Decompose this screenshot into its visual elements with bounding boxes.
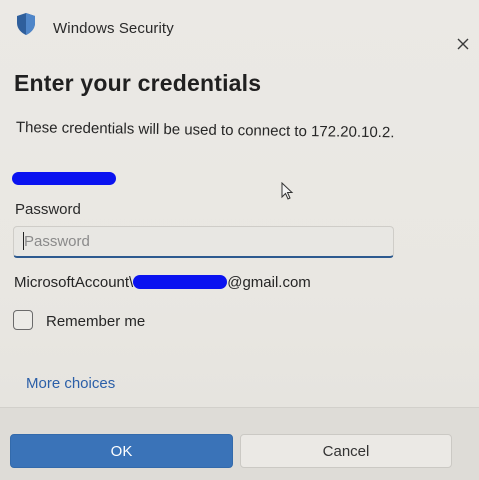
dialog-heading: Enter your credentials bbox=[14, 70, 262, 96]
ok-button[interactable]: OK bbox=[10, 434, 233, 468]
password-label: Password bbox=[15, 201, 81, 218]
account-redaction bbox=[133, 275, 228, 289]
close-icon[interactable] bbox=[452, 33, 474, 55]
remember-me-checkbox[interactable] bbox=[13, 310, 33, 330]
cancel-button[interactable]: Cancel bbox=[240, 434, 452, 468]
account-suffix: @gmail.com bbox=[227, 274, 311, 291]
account-prefix: MicrosoftAccount\ bbox=[14, 274, 134, 291]
password-field[interactable] bbox=[13, 226, 394, 258]
dialog-description: These credentials will be used to connec… bbox=[15, 119, 395, 142]
window-title: Windows Security bbox=[53, 20, 174, 37]
credentials-dialog: Windows Security Enter your credentials … bbox=[0, 0, 479, 480]
more-choices-link[interactable]: More choices bbox=[26, 375, 115, 392]
mouse-pointer-icon bbox=[281, 181, 295, 202]
shield-icon bbox=[15, 12, 37, 36]
dialog-footer: OK Cancel bbox=[0, 407, 479, 480]
account-name: MicrosoftAccount\ @gmail.com bbox=[14, 274, 311, 291]
title-bar: Windows Security bbox=[0, 0, 479, 56]
remember-me-label[interactable]: Remember me bbox=[46, 313, 145, 330]
text-caret bbox=[23, 232, 24, 250]
username-redaction bbox=[12, 172, 116, 185]
